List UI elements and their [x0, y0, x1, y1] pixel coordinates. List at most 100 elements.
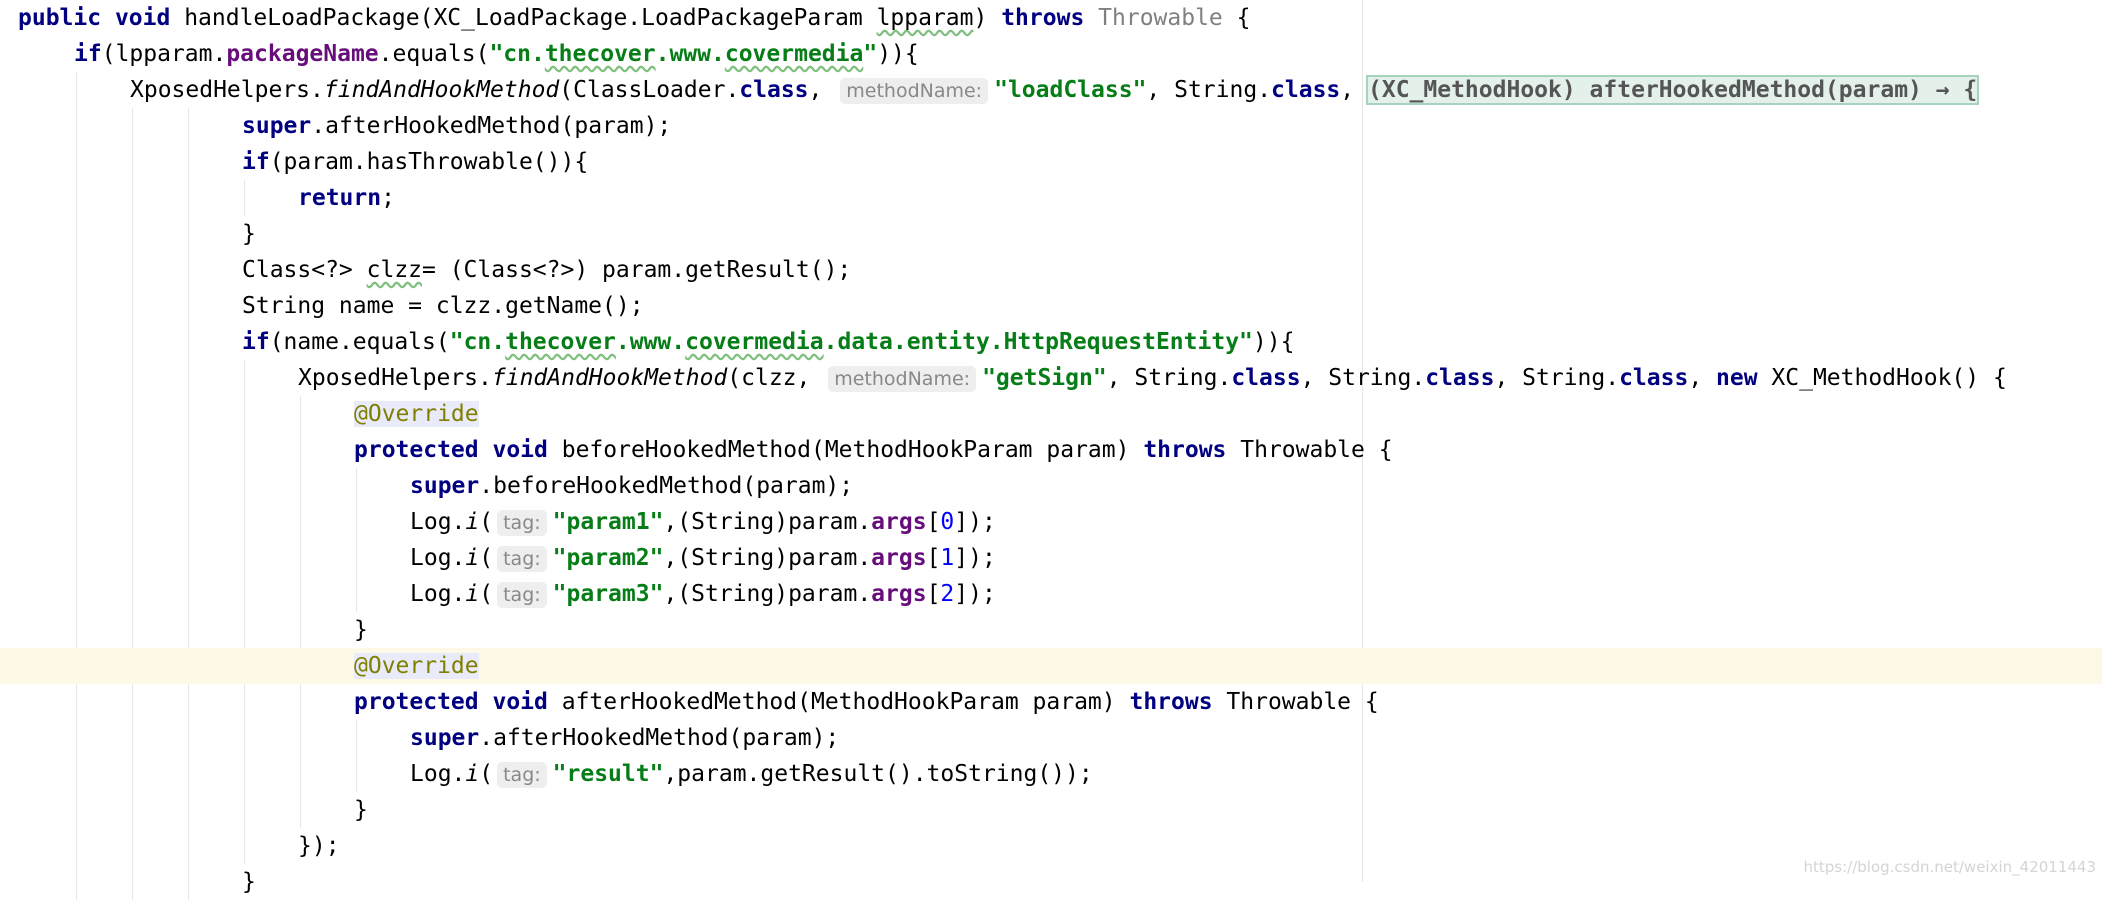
string-literal: "param2" [552, 545, 664, 571]
code-line[interactable]: XposedHelpers.findAndHookMethod(clzz, me… [0, 360, 2102, 396]
keyword: class [1271, 77, 1341, 103]
code-line[interactable]: if(name.equals("cn.thecover.www.covermed… [0, 324, 2102, 360]
keyword: void [492, 689, 548, 715]
string-literal: " [863, 41, 878, 67]
keyword: if [242, 149, 270, 175]
code-token: [ [926, 581, 941, 607]
code-token: i [465, 581, 480, 607]
keyword: return [298, 185, 382, 211]
code-token: packageName [226, 41, 379, 67]
code-line[interactable]: } [0, 612, 2102, 648]
code-line[interactable]: @Override [0, 648, 2102, 684]
code-line[interactable]: @Override [0, 396, 2102, 432]
string-literal: "cn. [449, 329, 506, 355]
code-token: (lpparam. [101, 41, 227, 67]
string-literal: .data.entity.HttpRequestEntity" [823, 329, 1253, 355]
keyword: class [1425, 365, 1495, 391]
code-editor[interactable]: public void handleLoadPackage(XC_LoadPac… [0, 0, 2102, 900]
code-line[interactable]: Log.i(tag: "result",param.getResult().toS… [0, 756, 2102, 792]
parameter-hint: methodName: [828, 366, 977, 392]
code-token: ,(String)param. [663, 581, 872, 607]
code-token: ) [973, 5, 1002, 31]
keyword: void [492, 437, 548, 463]
code-token: Log. [410, 761, 466, 787]
parameter-hint: tag: [497, 546, 547, 572]
code-token: 1 [940, 545, 955, 571]
string-literal: "param3" [552, 581, 664, 607]
parameter-hint: methodName: [840, 78, 989, 104]
code-token: = (Class<?>) param.getResult(); [422, 257, 852, 283]
code-line[interactable]: public void handleLoadPackage(XC_LoadPac… [0, 0, 2102, 36]
code-token: , String. [1106, 365, 1232, 391]
code-line[interactable]: super.afterHookedMethod(param); [0, 108, 2102, 144]
code-line[interactable]: super.beforeHookedMethod(param); [0, 468, 2102, 504]
string-literal: thecover [505, 329, 616, 355]
code-token: beforeHookedMethod(MethodHookParam param… [547, 437, 1144, 463]
code-line[interactable]: protected void beforeHookedMethod(Method… [0, 432, 2102, 468]
code-token: XposedHelpers. [298, 365, 492, 391]
code-token: Log. [410, 581, 466, 607]
keyword: throws [1001, 5, 1085, 31]
code-token: ]); [954, 581, 996, 607]
code-line[interactable]: }); [0, 828, 2102, 864]
code-line[interactable]: return; [0, 180, 2102, 216]
code-line[interactable]: } [0, 864, 2102, 900]
annotation: @Override [354, 653, 479, 679]
annotation: @Override [354, 401, 479, 427]
code-token: afterHookedMethod(MethodHookParam param) [547, 689, 1130, 715]
code-line[interactable]: String name = clzz.getName(); [0, 288, 2102, 324]
code-token: 0 [940, 509, 955, 535]
code-token: i [465, 509, 480, 535]
code-token: .afterHookedMethod(param); [479, 725, 840, 751]
code-token: (param.hasThrowable()){ [269, 149, 589, 175]
string-literal: .www. [655, 41, 725, 67]
code-token: ]); [954, 509, 996, 535]
keyword: throws [1129, 689, 1213, 715]
code-token: ( [479, 545, 494, 571]
code-line[interactable]: Log.i(tag: "param3",(String)param.args[2]… [0, 576, 2102, 612]
code-token: [ [926, 545, 941, 571]
code-token: ( [479, 761, 494, 787]
code-token: i [465, 761, 480, 787]
code-token: (name.equals( [269, 329, 450, 355]
code-line[interactable]: super.afterHookedMethod(param); [0, 720, 2102, 756]
keyword: if [242, 329, 270, 355]
string-literal: .www. [615, 329, 686, 355]
keyword: new [1716, 365, 1758, 391]
keyword: class [1231, 365, 1301, 391]
code-line[interactable]: if(param.hasThrowable()){ [0, 144, 2102, 180]
code-token: 2 [940, 581, 955, 607]
code-token: args [871, 545, 927, 571]
code-token: ]); [954, 545, 996, 571]
code-line[interactable]: Class<?> clzz= (Class<?>) param.getResul… [0, 252, 2102, 288]
code-line[interactable]: } [0, 792, 2102, 828]
folded-lambda[interactable]: (XC_MethodHook) afterHookedMethod(param)… [1365, 75, 1980, 105]
code-token: lpparam [876, 5, 974, 31]
code-token: Throwable { [1212, 689, 1379, 715]
code-line[interactable]: Log.i(tag: "param2",(String)param.args[1]… [0, 540, 2102, 576]
code-token: .equals( [378, 41, 490, 67]
code-line[interactable]: protected void afterHookedMethod(MethodH… [0, 684, 2102, 720]
keyword: protected [354, 437, 479, 463]
parameter-hint: tag: [497, 762, 547, 788]
code-token: ,param.getResult().toString()); [663, 761, 1093, 787]
code-line[interactable]: if(lpparam.packageName.equals("cn.thecov… [0, 36, 2102, 72]
code-token: }); [298, 833, 340, 859]
code-token: , [1340, 77, 1368, 103]
code-token: i [465, 545, 480, 571]
code-token: Class<?> [242, 257, 367, 283]
code-line[interactable]: } [0, 216, 2102, 252]
code-token: Throwable { [1226, 437, 1393, 463]
parameter-hint: tag: [497, 582, 547, 608]
code-line[interactable]: Log.i(tag: "param1",(String)param.args[0]… [0, 504, 2102, 540]
code-token: , String. [1300, 365, 1426, 391]
string-literal: "result" [552, 761, 664, 787]
keyword: super [410, 473, 480, 499]
code-token: handleLoadPackage(XC_LoadPackage.LoadPac… [170, 5, 877, 31]
string-literal: covermedia [685, 329, 824, 355]
parameter-hint: tag: [497, 510, 547, 536]
code-line[interactable]: XposedHelpers.findAndHookMethod(ClassLoa… [0, 72, 2102, 108]
